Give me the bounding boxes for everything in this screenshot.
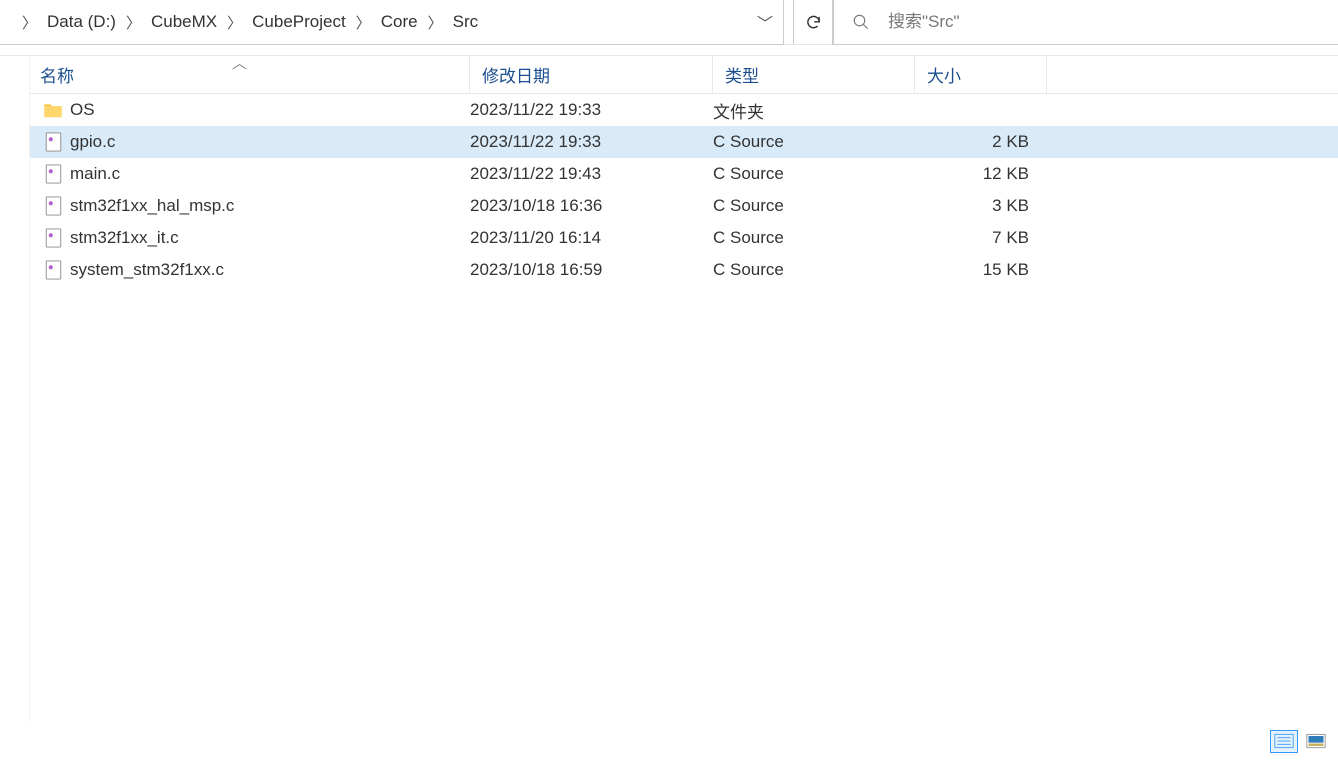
folder-icon xyxy=(43,102,63,118)
file-date: 2023/11/20 16:14 xyxy=(470,228,713,248)
file-type: C Source xyxy=(713,260,915,280)
breadcrumb-segment[interactable]: CubeProject xyxy=(250,10,348,34)
file-row[interactable]: stm32f1xx_hal_msp.c2023/10/18 16:36C Sou… xyxy=(30,190,1338,222)
file-row[interactable]: stm32f1xx_it.c2023/11/20 16:14C Source7 … xyxy=(30,222,1338,254)
file-name: stm32f1xx_hal_msp.c xyxy=(70,196,470,216)
column-header-size[interactable]: 大小 xyxy=(915,56,1047,93)
file-rows: OS2023/11/22 19:33文件夹gpio.c2023/11/22 19… xyxy=(30,94,1338,286)
file-size: 15 KB xyxy=(915,260,1035,280)
file-date: 2023/11/22 19:33 xyxy=(470,100,713,120)
file-date: 2023/11/22 19:33 xyxy=(470,132,713,152)
breadcrumb-segment[interactable]: Data (D:) xyxy=(45,10,118,34)
c-source-file-icon xyxy=(43,132,63,152)
history-dropdown-button[interactable]: ﹀ xyxy=(753,10,783,34)
chevron-right-icon[interactable]: 〉 xyxy=(14,12,45,33)
column-header-type[interactable]: 类型 xyxy=(713,56,915,93)
details-view-button[interactable] xyxy=(1270,730,1298,753)
file-type: 文件夹 xyxy=(713,98,915,123)
chevron-right-icon[interactable]: 〉 xyxy=(118,12,149,33)
file-name: stm32f1xx_it.c xyxy=(70,228,470,248)
file-date: 2023/10/18 16:36 xyxy=(470,196,713,216)
file-size: 3 KB xyxy=(915,196,1035,216)
column-header-name-label: 名称 xyxy=(40,62,74,87)
column-header-row: 名称 ︿ 修改日期 类型 大小 xyxy=(30,56,1338,94)
large-icons-view-icon xyxy=(1306,733,1326,749)
file-type: C Source xyxy=(713,228,915,248)
c-source-file-icon xyxy=(43,164,63,184)
file-type: C Source xyxy=(713,196,915,216)
file-size: 2 KB xyxy=(915,132,1035,152)
file-name: system_stm32f1xx.c xyxy=(70,260,470,280)
file-row[interactable]: OS2023/11/22 19:33文件夹 xyxy=(30,94,1338,126)
search-input[interactable] xyxy=(888,12,1338,32)
file-name: main.c xyxy=(70,164,470,184)
chevron-right-icon[interactable]: 〉 xyxy=(219,12,250,33)
left-gutter xyxy=(0,56,30,722)
file-name: OS xyxy=(70,100,470,120)
breadcrumb-segment[interactable]: CubeMX xyxy=(149,10,219,34)
file-date: 2023/11/22 19:43 xyxy=(470,164,713,184)
file-row[interactable]: gpio.c2023/11/22 19:33C Source2 KB xyxy=(30,126,1338,158)
file-list: 名称 ︿ 修改日期 类型 大小 OS2023/11/22 19:33文件夹gpi… xyxy=(30,56,1338,722)
column-header-date[interactable]: 修改日期 xyxy=(470,56,713,93)
details-view-icon xyxy=(1274,733,1294,749)
breadcrumb-segment[interactable]: Src xyxy=(451,10,481,34)
file-type: C Source xyxy=(713,164,915,184)
file-size: 7 KB xyxy=(915,228,1035,248)
chevron-right-icon[interactable]: 〉 xyxy=(348,12,379,33)
c-source-file-icon xyxy=(43,260,63,280)
file-row[interactable]: main.c2023/11/22 19:43C Source12 KB xyxy=(30,158,1338,190)
status-bar xyxy=(0,722,1338,760)
c-source-file-icon xyxy=(43,196,63,216)
column-header-name[interactable]: 名称 ︿ xyxy=(30,56,470,93)
search-bar[interactable] xyxy=(833,0,1338,45)
file-date: 2023/10/18 16:59 xyxy=(470,260,713,280)
refresh-button[interactable] xyxy=(793,0,833,45)
breadcrumb-segment[interactable]: Core xyxy=(379,10,420,34)
file-size: 12 KB xyxy=(915,164,1035,184)
file-type: C Source xyxy=(713,132,915,152)
c-source-file-icon xyxy=(43,228,63,248)
chevron-right-icon[interactable]: 〉 xyxy=(420,12,451,33)
sort-indicator-icon: ︿ xyxy=(232,52,247,73)
refresh-icon xyxy=(805,14,822,31)
top-bar: 〉 Data (D:) 〉 CubeMX 〉 CubeProject 〉 Cor… xyxy=(0,0,1338,45)
search-icon xyxy=(852,13,870,31)
file-name: gpio.c xyxy=(70,132,470,152)
large-icons-view-button[interactable] xyxy=(1302,730,1330,753)
file-row[interactable]: system_stm32f1xx.c2023/10/18 16:59C Sour… xyxy=(30,254,1338,286)
address-bar[interactable]: 〉 Data (D:) 〉 CubeMX 〉 CubeProject 〉 Cor… xyxy=(0,0,784,45)
content-area: 名称 ︿ 修改日期 类型 大小 OS2023/11/22 19:33文件夹gpi… xyxy=(0,55,1338,722)
